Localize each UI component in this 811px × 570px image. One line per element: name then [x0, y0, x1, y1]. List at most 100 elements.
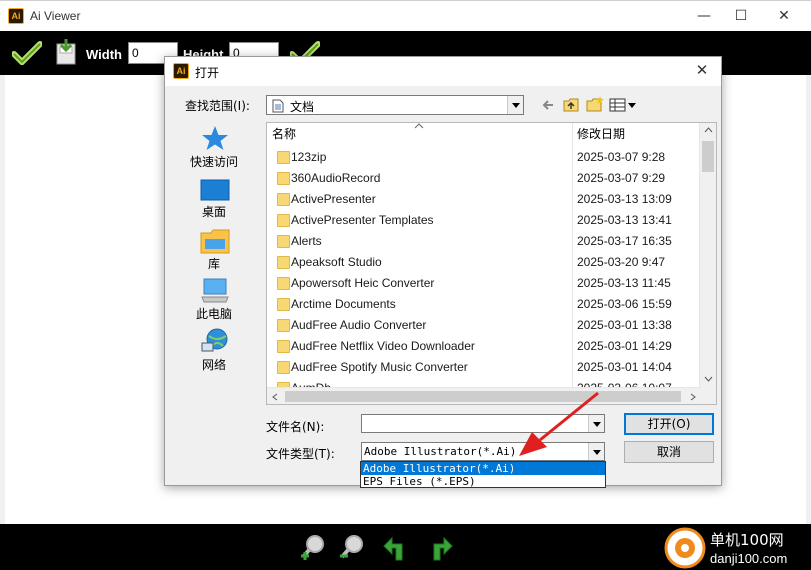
filetype-label: 文件类型(T):: [266, 447, 335, 461]
watermark-domain: danji100.com: [710, 551, 787, 566]
save-icon[interactable]: [54, 38, 78, 66]
lookin-label: 查找范围(I):: [185, 99, 250, 113]
vertical-scrollbar[interactable]: [699, 123, 716, 404]
file-row[interactable]: AudFree Audio Converter 2025-03-01 13:38: [267, 315, 699, 336]
folder-icon: [277, 319, 290, 332]
file-row[interactable]: 360AudioRecord 2025-03-07 9:29: [267, 168, 699, 189]
file-date: 2025-03-01 14:04: [577, 360, 672, 374]
place-label: 桌面: [201, 205, 226, 219]
place-network[interactable]: 网络: [179, 326, 249, 376]
folder-icon: [277, 340, 290, 353]
file-row[interactable]: AudFree Netflix Video Downloader 2025-03-…: [267, 336, 699, 357]
filetype-option[interactable]: EPS Files (*.EPS): [361, 475, 605, 488]
file-date: 2025-03-07 9:28: [577, 150, 666, 164]
folder-icon: [277, 361, 290, 374]
view-menu-icon[interactable]: [609, 98, 637, 112]
filetype-dropdown-list: Adobe Illustrator(*.Ai) EPS Files (*.EPS…: [360, 461, 606, 488]
computer-icon: [201, 278, 229, 303]
scroll-up-icon[interactable]: [704, 127, 713, 133]
rotate-right-icon[interactable]: [424, 532, 454, 562]
file-name: 123zip: [291, 150, 327, 164]
watermark-brand: 单机100网: [710, 531, 784, 549]
checkmark-icon[interactable]: [12, 41, 42, 65]
scroll-down-icon[interactable]: [704, 376, 713, 382]
dialog-titlebar: Ai 打开 ✕: [165, 57, 721, 86]
lookin-dropdown[interactable]: 文档: [266, 95, 524, 115]
scroll-thumb[interactable]: [702, 141, 714, 172]
file-date: 2025-03-13 11:45: [577, 276, 671, 290]
dialog-close-button[interactable]: ✕: [691, 60, 713, 82]
app-logo-icon: Ai: [8, 8, 24, 24]
ai-viewer-window: Ai Ai Viewer — ☐ ✕ Width Height: [0, 0, 811, 570]
file-name: Alerts: [291, 234, 322, 248]
filename-label: 文件名(N):: [266, 420, 325, 434]
file-row[interactable]: Arctime Documents 2025-03-06 15:59: [267, 294, 699, 315]
place-label: 此电脑: [195, 307, 232, 321]
desktop-icon: [200, 179, 230, 201]
folder-icon: [277, 235, 290, 248]
column-header-modified[interactable]: 修改日期: [577, 123, 697, 145]
filetype-option[interactable]: Adobe Illustrator(*.Ai): [361, 462, 605, 475]
file-row[interactable]: 123zip 2025-03-07 9:28: [267, 147, 699, 168]
up-folder-icon[interactable]: [563, 96, 579, 112]
place-label: 快速访问: [189, 155, 238, 169]
window-titlebar: Ai Ai Viewer — ☐ ✕: [0, 0, 811, 31]
file-date: 2025-03-13 13:09: [577, 192, 672, 206]
window-close-button[interactable]: ✕: [771, 5, 797, 27]
zoom-in-icon[interactable]: [298, 532, 328, 562]
rotate-left-icon[interactable]: [382, 532, 412, 562]
file-row[interactable]: AudFree Spotify Music Converter 2025-03-0…: [267, 357, 699, 378]
minimize-button[interactable]: —: [691, 5, 717, 27]
place-this-pc[interactable]: 此电脑: [179, 275, 249, 325]
window-title: Ai Viewer: [30, 9, 81, 23]
dialog-app-icon: Ai: [173, 63, 189, 79]
scroll-thumb[interactable]: [285, 391, 681, 402]
star-icon: [202, 126, 228, 150]
folder-icon: [277, 214, 290, 227]
file-name: AudFree Audio Converter: [291, 318, 427, 332]
place-desktop[interactable]: 桌面: [179, 173, 249, 223]
folder-icon: [277, 151, 290, 164]
file-name: ActivePresenter: [291, 192, 376, 206]
folder-icon: [277, 172, 290, 185]
scroll-right-icon[interactable]: [690, 393, 696, 401]
file-name: ActivePresenter Templates: [291, 213, 434, 227]
file-date: 2025-03-13 13:41: [577, 213, 672, 227]
file-date: 2025-03-06 15:59: [577, 297, 672, 311]
maximize-button[interactable]: ☐: [728, 5, 754, 27]
file-row[interactable]: ActivePresenter Templates 2025-03-13 13:4…: [267, 210, 699, 231]
horizontal-scrollbar[interactable]: [267, 387, 701, 404]
open-button[interactable]: 打开(O): [624, 413, 714, 435]
file-list[interactable]: 名称 修改日期 123zip 2025-03-07 9:28 360AudioRec…: [266, 122, 717, 405]
folder-icon: [277, 277, 290, 290]
library-folder-icon: [200, 229, 230, 254]
file-name: Apeaksoft Studio: [291, 255, 382, 269]
new-folder-icon[interactable]: [586, 95, 604, 112]
cancel-button[interactable]: 取消: [624, 441, 714, 463]
file-row[interactable]: Apeaksoft Studio 2025-03-20 9:47: [267, 252, 699, 273]
scroll-left-icon[interactable]: [272, 393, 278, 401]
width-label: Width: [86, 47, 122, 62]
back-arrow-icon[interactable]: [541, 98, 555, 112]
filename-combo[interactable]: [361, 414, 605, 433]
network-icon: [201, 328, 228, 352]
chevron-down-icon[interactable]: [588, 415, 604, 432]
folder-icon: [277, 256, 290, 269]
zoom-out-icon[interactable]: [337, 532, 367, 562]
file-name: AudFree Spotify Music Converter: [291, 360, 468, 374]
open-file-dialog: Ai 打开 ✕ 查找范围(I): 文档 快速访问 桌面 库 此电脑 网络 名称 …: [164, 56, 722, 486]
folder-icon: [277, 298, 290, 311]
filetype-value: Adobe Illustrator(*.Ai): [364, 445, 517, 458]
document-icon: [272, 99, 284, 113]
sort-ascending-icon: [414, 123, 424, 129]
filetype-combo[interactable]: Adobe Illustrator(*.Ai): [361, 442, 605, 461]
file-row[interactable]: Apowersoft Heic Converter 2025-03-13 11:4…: [267, 273, 699, 294]
place-libraries[interactable]: 库: [179, 224, 249, 274]
file-row[interactable]: Alerts 2025-03-17 16:35: [267, 231, 699, 252]
file-date: 2025-03-20 9:47: [577, 255, 666, 269]
chevron-down-icon[interactable]: [507, 96, 523, 114]
place-quick-access[interactable]: 快速访问: [179, 122, 249, 172]
file-date: 2025-03-17 16:35: [577, 234, 672, 248]
file-row[interactable]: ActivePresenter 2025-03-13 13:09: [267, 189, 699, 210]
chevron-down-icon[interactable]: [588, 443, 604, 460]
